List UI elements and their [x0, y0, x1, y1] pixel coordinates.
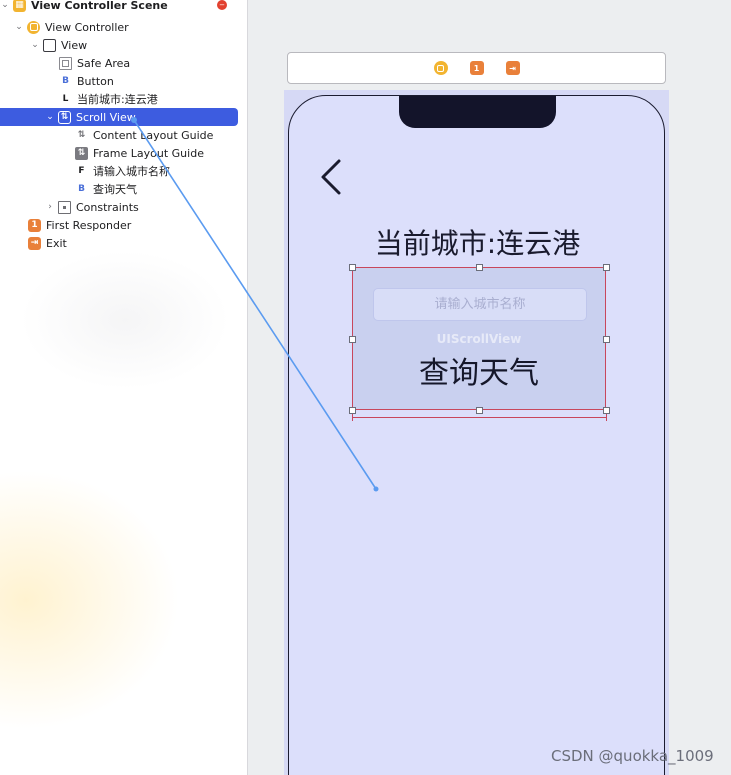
outline-item-view[interactable]: ⌄ View: [0, 36, 247, 54]
constraints-icon: [58, 200, 71, 214]
view-icon: [43, 38, 56, 52]
exit-icon[interactable]: ⇥: [505, 61, 520, 75]
chevron-down-icon[interactable]: ⌄: [14, 22, 24, 32]
document-outline: ⌄ ▦ View Controller Scene − ⌄ View Contr…: [0, 0, 248, 775]
resize-handle[interactable]: [349, 336, 356, 343]
outline-item-view-controller[interactable]: ⌄ View Controller: [0, 18, 247, 36]
query-weather-button[interactable]: 查询天气: [353, 348, 605, 392]
outline-item-label: 当前城市:连云港: [77, 93, 158, 106]
outline-item-label: 查询天气: [93, 183, 137, 196]
resize-handle[interactable]: [603, 407, 610, 414]
device-notch: [399, 96, 556, 128]
first-responder-icon[interactable]: 1: [469, 61, 484, 75]
watermark-text: CSDN @quokka_1009: [551, 747, 714, 765]
outline-item-label: Scroll View: [76, 110, 136, 124]
outline-item-first-responder[interactable]: 1 First Responder: [0, 216, 247, 234]
resize-handle[interactable]: [476, 264, 483, 271]
outline-item-label: Safe Area: [77, 56, 131, 70]
outline-item-label: Exit: [46, 236, 67, 250]
back-chevron-icon[interactable]: [319, 158, 345, 196]
current-city-label[interactable]: 当前城市:连云港: [289, 222, 664, 262]
button-b-icon: B: [62, 75, 69, 86]
first-responder-icon: 1: [28, 218, 41, 232]
outline-item-city-label[interactable]: L 当前城市:连云港: [0, 90, 247, 108]
chevron-right-icon[interactable]: ›: [45, 202, 55, 212]
outline-item-label: View: [61, 38, 88, 52]
resize-handle[interactable]: [603, 264, 610, 271]
outline-item-label: First Responder: [46, 218, 132, 232]
scene-icon: ▦: [13, 0, 26, 12]
resize-handle[interactable]: [349, 264, 356, 271]
outline-item-safe-area[interactable]: Safe Area: [0, 54, 247, 72]
storyboard-canvas[interactable]: 1 ⇥ 当前城市:连云港 UIScrollView 请输入城市名称 查询天气: [249, 0, 731, 775]
outline-item-exit[interactable]: ⇥ Exit: [0, 234, 247, 252]
outline-item-label: View Controller: [45, 20, 129, 34]
constraint-guide-tick: [352, 414, 353, 421]
chevron-down-icon[interactable]: ⌄: [30, 40, 40, 50]
chevron-down-icon[interactable]: ⌄: [0, 0, 10, 10]
safe-area-icon: [59, 56, 72, 70]
constraint-guide-tick: [606, 414, 607, 421]
outline-item-frame-layout-guide[interactable]: ⇅ Frame Layout Guide: [0, 144, 247, 162]
resize-handle[interactable]: [603, 336, 610, 343]
resize-handle[interactable]: [349, 407, 356, 414]
warning-icon[interactable]: −: [217, 0, 227, 10]
textfield-f-icon: F: [78, 165, 85, 176]
outline-item-content-layout-guide[interactable]: ⇅ Content Layout Guide: [0, 126, 247, 144]
frame-layout-guide-icon: ⇅: [75, 146, 88, 160]
iphone-device-frame[interactable]: 当前城市:连云港 UIScrollView 请输入城市名称 查询天气: [288, 95, 665, 775]
exit-icon: ⇥: [28, 236, 41, 250]
resize-handle[interactable]: [476, 407, 483, 414]
outline-item-button[interactable]: B Button: [0, 72, 247, 90]
outline-item-label: View Controller Scene: [31, 0, 168, 12]
label-l-icon: L: [62, 93, 69, 104]
outline-item-label: Frame Layout Guide: [93, 146, 204, 160]
view-controller-icon[interactable]: [433, 61, 448, 75]
city-input[interactable]: 请输入城市名称: [373, 288, 587, 321]
view-controller-icon: [27, 20, 40, 34]
outline-item-label: Button: [77, 74, 114, 88]
button-b-icon: B: [78, 183, 85, 194]
outline-item-scroll-view[interactable]: ⌄ ⇅ Scroll View: [0, 108, 238, 126]
content-layout-guide-icon: ⇅: [77, 129, 86, 140]
outline-item-city-textfield[interactable]: F 请输入城市名称: [0, 162, 247, 180]
scroll-view-class-label: UIScrollView: [436, 332, 522, 346]
scroll-view[interactable]: UIScrollView 请输入城市名称 查询天气: [352, 267, 606, 410]
outline-item-constraints[interactable]: › Constraints: [0, 198, 247, 216]
chevron-down-icon[interactable]: ⌄: [45, 112, 55, 122]
outline-item-view-controller-scene[interactable]: ⌄ ▦ View Controller Scene: [0, 0, 247, 14]
outline-item-label: Constraints: [76, 200, 139, 214]
scroll-view-icon: ⇅: [58, 110, 71, 124]
constraint-guide-line: [352, 417, 607, 418]
scene-dock[interactable]: 1 ⇥: [287, 52, 666, 84]
outline-item-query-button[interactable]: B 查询天气: [0, 180, 247, 198]
outline-item-label: 请输入城市名称: [93, 165, 170, 178]
outline-item-label: Content Layout Guide: [93, 128, 214, 142]
